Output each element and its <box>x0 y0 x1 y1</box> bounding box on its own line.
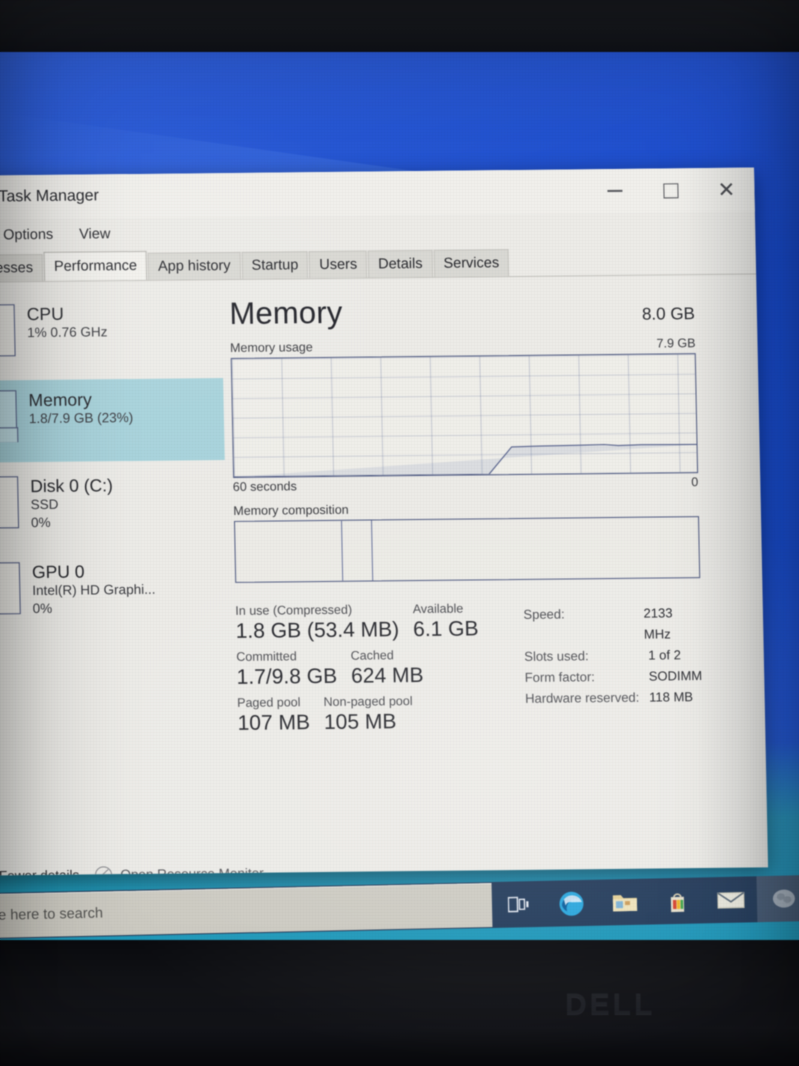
sidebar-item-label-gpu: GPU 0 <box>31 561 85 583</box>
maximize-button[interactable] <box>642 170 699 211</box>
spec-hardware-reserved: Hardware reserved: 118 MB <box>525 686 703 709</box>
stat-value-paged-pool: 107 MB <box>237 710 311 735</box>
spec-form-factor: Form factor: SODIMM <box>525 665 703 688</box>
sidebar-item-label-memory: Memory <box>28 389 92 411</box>
menu-item-view[interactable]: View <box>79 226 110 242</box>
stats-row-inuse-available: In use (Compressed) 1.8 GB (53.4 MB) Ava… <box>235 602 498 645</box>
fewer-details-button[interactable]: Fewer details <box>0 866 80 876</box>
gpu-thumbnail-graph <box>0 562 21 615</box>
spec-value-hardware-reserved: 118 MB <box>649 689 694 705</box>
spec-key-form-factor: Form factor: <box>524 669 595 686</box>
spec-value-slots: 1 of 2 <box>648 647 681 663</box>
tab-details[interactable]: Details <box>367 249 433 278</box>
mail-icon[interactable] <box>703 876 757 923</box>
spec-value-speed: 2133 MHz <box>643 605 673 642</box>
memory-statistics: In use (Compressed) 1.8 GB (53.4 MB) Ava… <box>235 600 703 743</box>
stat-value-cached: 624 MB <box>350 663 424 688</box>
window-title: Task Manager <box>0 187 100 206</box>
edge-icon[interactable] <box>544 880 598 927</box>
memory-usage-graph <box>230 353 699 478</box>
memory-composition-label: Memory composition <box>233 502 349 518</box>
total-memory-value: 8.0 GB <box>641 304 696 324</box>
spec-key-slots: Slots used: <box>524 648 589 664</box>
memory-composition-bar[interactable] <box>233 516 701 583</box>
resource-sidebar: CPU 1% 0.76 GHz Memory 1.8/7.9 GB (23%) <box>0 280 232 849</box>
memory-usage-line <box>231 354 697 477</box>
microsoft-store-icon[interactable] <box>650 877 704 924</box>
tab-users[interactable]: Users <box>309 250 368 279</box>
menu-item-options[interactable]: Options <box>3 227 53 244</box>
stat-value-available: 6.1 GB <box>412 617 479 641</box>
spec-key-hardware-reserved: Hardware reserved: <box>525 689 640 707</box>
maximize-icon <box>662 182 679 198</box>
graph-axis-right: 0 <box>691 475 699 490</box>
sidebar-item-label-disk: Disk 0 (C:) <box>30 475 114 497</box>
spec-speed: Speed: 2133 MHz <box>523 602 701 646</box>
sidebar-item-cpu[interactable]: CPU 1% 0.76 GHz <box>0 292 223 377</box>
sidebar-item-sub-memory: 1.8/7.9 GB (23%) <box>28 410 134 427</box>
sidebar-item-sub-disk-usage: 0% <box>30 514 51 530</box>
page-title: Memory <box>229 294 343 331</box>
tab-services[interactable]: Services <box>433 249 510 277</box>
stat-label-non-paged-pool: Non-paged pool <box>323 694 413 710</box>
sidebar-item-sub-disk-type: SSD <box>30 496 59 513</box>
sidebar-item-gpu[interactable]: GPU 0 Intel(R) HD Graphi... 0% <box>0 550 228 635</box>
stat-value-in-use: 1.8 GB (53.4 MB) <box>235 617 400 643</box>
stat-available: Available 6.1 GB <box>413 602 479 643</box>
stat-committed: Committed 1.7/9.8 GB <box>236 649 338 691</box>
memory-detail-panel: Memory 8.0 GB Memory usage 7.9 GB 60 sec… <box>221 274 768 845</box>
spec-key-speed: Speed: <box>523 606 565 622</box>
tab-startup[interactable]: Startup <box>241 251 309 279</box>
stats-row-committed-cached: Committed 1.7/9.8 GB Cached 624 MB <box>236 648 499 691</box>
minimize-button[interactable] <box>586 171 643 212</box>
spec-value-form-factor: SODIMM <box>648 668 703 684</box>
memory-usage-max: 7.9 GB <box>656 336 696 351</box>
stat-paged-pool: Paged pool 107 MB <box>237 695 311 737</box>
stat-label-available: Available <box>412 601 464 617</box>
graph-axis-left: 60 seconds <box>232 479 297 494</box>
laptop-bezel-top <box>0 0 799 60</box>
file-explorer-icon[interactable] <box>597 879 651 926</box>
composition-segment-modified <box>341 520 374 581</box>
sidebar-item-disk[interactable]: Disk 0 (C:) SSD 0% <box>0 464 226 549</box>
app-icon[interactable] <box>756 875 799 923</box>
search-placeholder: pe here to search <box>0 905 104 924</box>
stat-label-committed: Committed <box>236 649 297 664</box>
sidebar-item-memory[interactable]: Memory 1.8/7.9 GB (23%) <box>0 378 225 463</box>
task-manager-window: Task Manager ✕ Options View cesses Perfo… <box>0 167 769 876</box>
minimize-icon <box>606 190 622 192</box>
stat-cached: Cached 624 MB <box>350 648 424 690</box>
sidebar-item-sub-cpu: 1% 0.76 GHz <box>27 324 108 341</box>
sidebar-item-sub-gpu-model: Intel(R) HD Graphi... <box>32 581 156 599</box>
spec-slots: Slots used: 1 of 2 <box>524 644 702 667</box>
disk-thumbnail-graph <box>0 476 20 529</box>
tab-processes[interactable]: cesses <box>0 253 44 282</box>
composition-segment-inuse <box>234 520 344 582</box>
stats-row-pools: Paged pool 107 MB Non-paged pool 105 MB <box>237 694 500 737</box>
stat-label-paged-pool: Paged pool <box>237 695 301 710</box>
stat-value-committed: 1.7/9.8 GB <box>236 664 338 689</box>
memory-thumbnail-graph <box>0 390 19 443</box>
memory-fill <box>0 427 19 443</box>
stat-in-use: In use (Compressed) 1.8 GB (53.4 MB) <box>235 603 399 645</box>
memory-specs: Speed: 2133 MHz Slots used: 1 of 2 Form … <box>497 600 703 740</box>
close-icon: ✕ <box>717 178 736 202</box>
stat-non-paged-pool: Non-paged pool 105 MB <box>323 694 413 736</box>
stat-label-cached: Cached <box>350 648 394 663</box>
cpu-thumbnail-graph <box>0 304 16 357</box>
sidebar-item-sub-gpu-usage: 0% <box>32 600 53 616</box>
fewer-details-label: Fewer details <box>0 867 80 876</box>
dell-logo: DELL <box>565 988 656 1021</box>
stat-value-non-paged-pool: 105 MB <box>323 709 397 734</box>
tab-app-history[interactable]: App history <box>147 251 241 280</box>
close-button[interactable]: ✕ <box>698 169 755 210</box>
sidebar-item-label-cpu: CPU <box>26 303 64 325</box>
tab-performance[interactable]: Performance <box>43 250 148 281</box>
laptop-photo-scene: Task Manager ✕ Options View cesses Perfo… <box>0 0 799 1066</box>
task-view-icon[interactable] <box>491 881 545 928</box>
memory-usage-label: Memory usage <box>229 340 313 355</box>
